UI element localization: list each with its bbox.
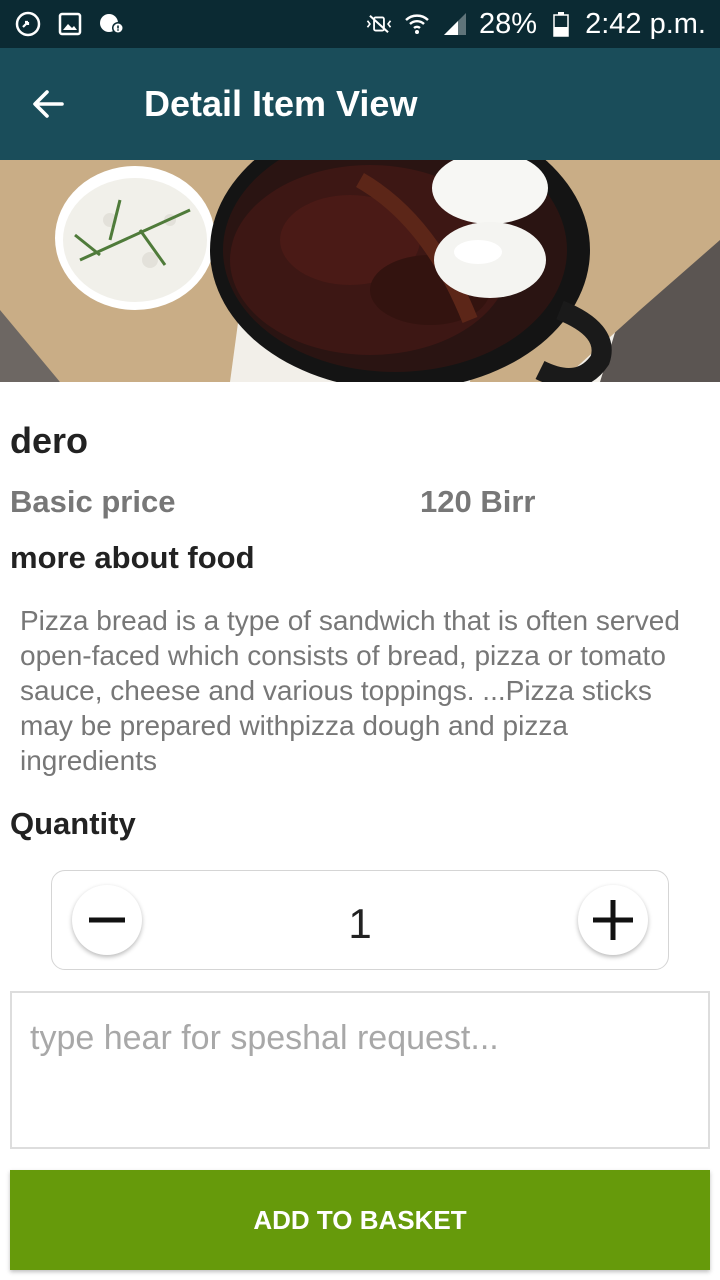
- minus-icon: [89, 917, 125, 923]
- quantity-label: Quantity: [10, 806, 136, 841]
- back-button[interactable]: [0, 48, 96, 160]
- page-title: Detail Item View: [144, 83, 418, 124]
- quantity-value: 1: [348, 900, 372, 947]
- system-icons: 28% 2:42 p.m.: [365, 8, 706, 41]
- special-request-input[interactable]: [10, 991, 710, 1149]
- chat-alert-icon: [98, 10, 126, 38]
- plus-icon: [593, 900, 633, 940]
- clock: 2:42 p.m.: [585, 7, 706, 40]
- arrow-back-icon: [33, 90, 64, 118]
- increase-button[interactable]: [578, 885, 648, 955]
- battery-icon: [547, 10, 575, 38]
- signal-icon: [441, 10, 469, 38]
- missed-call-icon: [14, 10, 42, 38]
- notification-icons: [14, 10, 126, 38]
- price-label: Basic price: [10, 484, 176, 519]
- vibrate-mute-icon: [365, 10, 393, 38]
- wifi-icon: [403, 10, 431, 38]
- decrease-button[interactable]: [72, 885, 142, 955]
- more-about-heading: more about food: [10, 540, 255, 575]
- add-to-basket-button[interactable]: ADD TO BASKET: [10, 1170, 710, 1270]
- food-image: [0, 160, 720, 382]
- quantity-stepper: 1: [51, 870, 669, 970]
- app-bar: Detail Item View: [0, 48, 720, 160]
- item-description: Pizza bread is a type of sandwich that i…: [20, 605, 680, 776]
- status-bar: 28% 2:42 p.m.: [0, 0, 720, 48]
- battery-percent: 28%: [479, 7, 538, 40]
- item-name: dero: [10, 420, 89, 461]
- price-value: 120 Birr: [420, 484, 536, 519]
- image-icon: [56, 10, 84, 38]
